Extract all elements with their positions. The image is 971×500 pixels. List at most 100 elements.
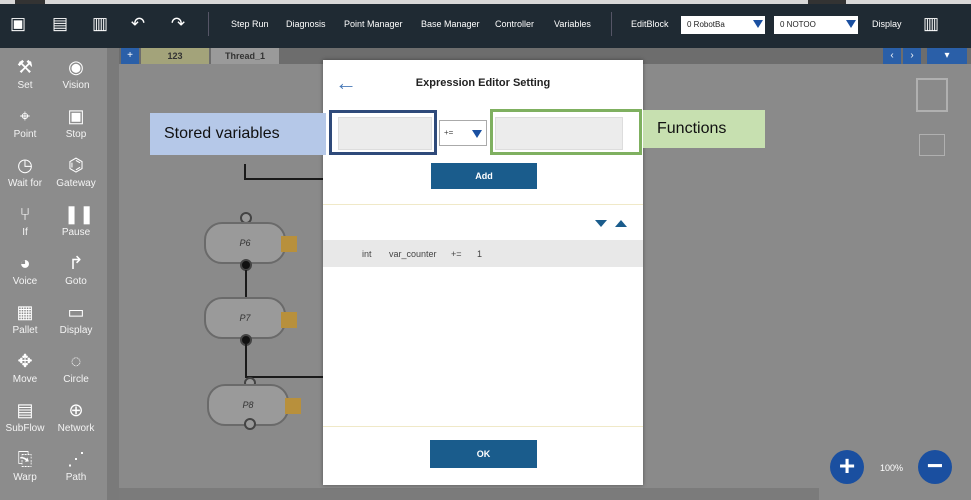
flow-connector <box>245 376 325 378</box>
section-divider <box>323 204 643 205</box>
flow-connector <box>244 178 324 180</box>
zoom-out-icon[interactable]: − <box>918 450 952 484</box>
stored-variables-highlight <box>329 110 437 155</box>
node-badge <box>281 236 297 252</box>
move-up-icon[interactable] <box>615 220 627 227</box>
palette-label: Path <box>65 472 87 483</box>
undo-icon[interactable]: ↶ <box>128 14 148 34</box>
expression-row[interactable]: int var_counter += 1 <box>323 240 643 267</box>
expression-type: int <box>362 249 372 259</box>
palette-item-vision[interactable]: ◉ Vision <box>51 56 101 91</box>
palette-label: Wait for <box>7 178 43 189</box>
stop-icon: ▣ <box>67 106 85 126</box>
tool-select[interactable]: 0 NOTOO <box>774 16 858 34</box>
palette-label: Move <box>12 374 38 385</box>
palette-label: SubFlow <box>5 423 45 434</box>
new-file-icon[interactable]: ▣ <box>8 14 28 34</box>
tab-123[interactable]: 123 <box>141 48 209 64</box>
circle-icon: ◌ <box>70 351 82 371</box>
palette-item-gateway[interactable]: ⌬ Gateway <box>51 154 101 189</box>
functions-callout: Functions <box>643 110 765 148</box>
palette-label: Circle <box>63 374 89 385</box>
palette-item-pause[interactable]: ❚❚ Pause <box>51 203 101 238</box>
node-badge <box>285 398 301 414</box>
tab-next-icon[interactable]: › <box>903 48 921 64</box>
section-divider <box>323 426 643 427</box>
node-label: P8 <box>242 400 254 410</box>
block-palette: ⚒ Set ◉ Vision ⌖ Point ▣ Stop ◷ Wait for ⌬ Gat… <box>0 48 107 500</box>
palette-label: Network <box>57 423 95 434</box>
palette-scrollbar[interactable] <box>107 48 119 500</box>
open-file-icon[interactable]: ▤ <box>50 14 70 34</box>
palette-item-warp[interactable]: ⎘ Warp <box>0 448 50 483</box>
palette-item-pallet[interactable]: ▦ Pallet <box>0 301 50 336</box>
palette-label: Goto <box>65 276 87 287</box>
palette-label: Display <box>59 325 93 336</box>
voice-icon: ◕ <box>19 253 31 273</box>
expression-value: 1 <box>477 249 483 259</box>
functions-highlight <box>490 109 642 155</box>
monitor-toggle-icon[interactable] <box>919 134 945 156</box>
tab-prev-icon[interactable]: ‹ <box>883 48 901 64</box>
palette-label: Pause <box>61 227 91 238</box>
move-down-icon[interactable] <box>595 220 607 227</box>
panel-toggle-icon[interactable]: ▥ <box>920 14 942 34</box>
palette-item-wait-for[interactable]: ◷ Wait for <box>0 154 50 189</box>
redo-icon[interactable]: ↷ <box>168 14 188 34</box>
add-button[interactable]: Add <box>431 163 537 189</box>
palette-item-voice[interactable]: ◕ Voice <box>0 252 50 287</box>
step-run-button[interactable]: Step Run <box>231 19 269 29</box>
display-icon: ▭ <box>67 302 85 322</box>
controller-button[interactable]: Controller <box>495 19 534 29</box>
operator-select[interactable]: += <box>439 120 487 146</box>
display-button[interactable]: Display <box>872 19 902 29</box>
operator-value: += <box>444 128 454 137</box>
palette-item-move[interactable]: ✥ Move <box>0 350 50 385</box>
save-file-icon[interactable]: ▥ <box>90 14 110 34</box>
layout-toggle-icon[interactable] <box>916 78 948 112</box>
palette-item-if[interactable]: ⑂ If <box>0 203 50 238</box>
grid-icon: ▦ <box>16 302 34 322</box>
toolbar-separator <box>611 12 612 36</box>
diagnosis-button[interactable]: Diagnosis <box>286 19 326 29</box>
tab-thread-1[interactable]: Thread_1 <box>211 48 279 64</box>
zoom-level: 100% <box>880 463 904 473</box>
toolbar-separator <box>208 12 209 36</box>
stored-variables-callout: Stored variables <box>150 113 326 155</box>
palette-item-set[interactable]: ⚒ Set <box>0 56 50 91</box>
palette-item-network[interactable]: ⊕ Network <box>51 399 101 434</box>
flow-node-p7[interactable]: P7 <box>204 297 286 339</box>
palette-item-subflow[interactable]: ▤ SubFlow <box>0 399 50 434</box>
chevron-down-icon <box>753 20 763 28</box>
add-tab-icon[interactable]: + <box>121 48 139 64</box>
path-icon: ⋰ <box>67 449 85 469</box>
robot-base-select[interactable]: 0 RobotBa <box>681 16 765 34</box>
variables-button[interactable]: Variables <box>554 19 591 29</box>
chevron-down-icon <box>472 130 482 138</box>
goto-icon: ↱ <box>68 253 84 273</box>
palette-item-goto[interactable]: ↱ Goto <box>51 252 101 287</box>
palette-item-circle[interactable]: ◌ Circle <box>51 350 101 385</box>
canvas-scrollbar[interactable] <box>119 488 819 500</box>
point-manager-button[interactable]: Point Manager <box>344 19 403 29</box>
palette-label: Pallet <box>12 325 38 336</box>
palette-item-point[interactable]: ⌖ Point <box>0 105 50 140</box>
window-tab-marker <box>808 0 846 4</box>
tab-menu-icon[interactable]: ▾ <box>927 48 967 64</box>
palette-label: Stop <box>65 129 87 140</box>
palette-item-path[interactable]: ⋰ Path <box>51 448 101 483</box>
expression-operator: += <box>451 249 462 259</box>
robot-base-value: 0 RobotBa <box>687 20 725 29</box>
base-manager-button[interactable]: Base Manager <box>421 19 480 29</box>
palette-label: Gateway <box>56 178 96 189</box>
node-badge <box>281 312 297 328</box>
zoom-in-icon[interactable]: + <box>830 450 864 484</box>
window-tab-marker <box>15 0 45 4</box>
palette-item-stop[interactable]: ▣ Stop <box>51 105 101 140</box>
eye-icon: ◉ <box>68 57 84 77</box>
point-icon: ⌖ <box>19 106 31 126</box>
flow-node-p6[interactable]: P6 <box>204 222 286 264</box>
palette-item-display[interactable]: ▭ Display <box>51 301 101 336</box>
editblock-button[interactable]: EditBlock <box>631 19 669 29</box>
ok-button[interactable]: OK <box>430 440 537 468</box>
